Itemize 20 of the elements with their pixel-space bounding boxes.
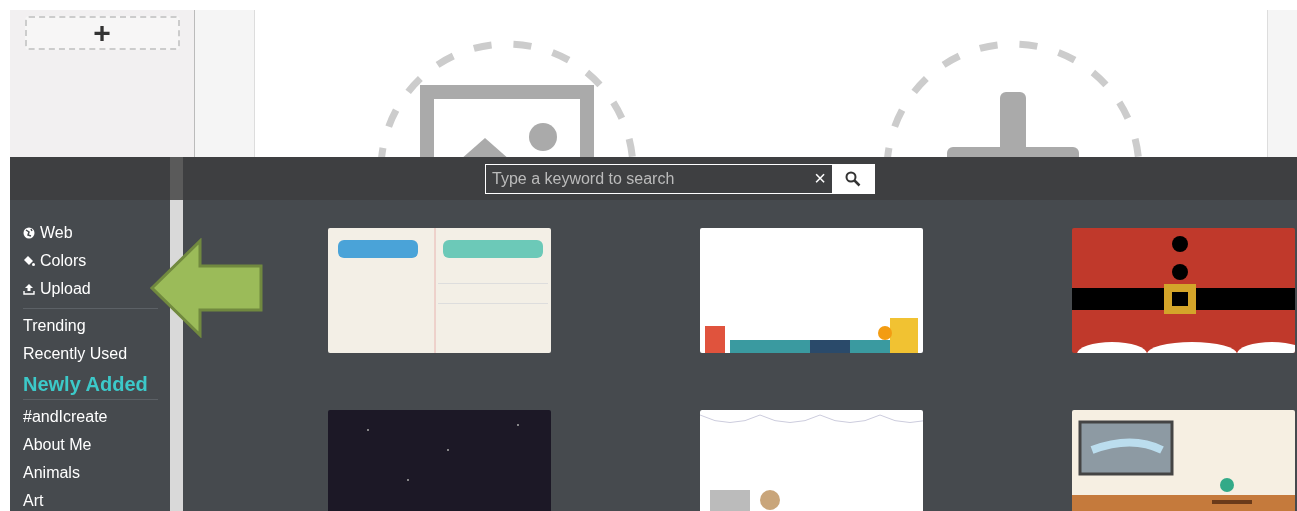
image-placeholder-icon [420, 85, 594, 157]
add-slide-button[interactable]: + [24, 16, 180, 50]
search-icon [845, 170, 861, 187]
sidebar-item[interactable]: Art [23, 492, 44, 510]
sidebar-item[interactable]: Recently Used [23, 345, 128, 363]
globe-icon [23, 227, 35, 239]
clear-button[interactable]: × [808, 167, 832, 190]
sidebar-item[interactable]: Upload [23, 280, 91, 298]
plus-icon [947, 92, 1079, 157]
sidebar-item[interactable]: Newly Added [23, 373, 148, 395]
paint-bucket-icon [23, 255, 35, 267]
search-button[interactable] [832, 163, 874, 194]
sidebar-item[interactable]: Colors [23, 252, 87, 270]
sidebar-item[interactable]: About Me [23, 436, 92, 454]
search-field[interactable]: Type a keyword to search × [485, 163, 875, 194]
sidebar-item[interactable]: Trending [23, 317, 86, 335]
sidebar-item[interactable]: Web [23, 224, 73, 242]
sidebar-item[interactable]: #andIcreate [23, 408, 108, 426]
upload-icon [23, 283, 35, 295]
sidebar-item[interactable]: Animals [23, 464, 80, 482]
